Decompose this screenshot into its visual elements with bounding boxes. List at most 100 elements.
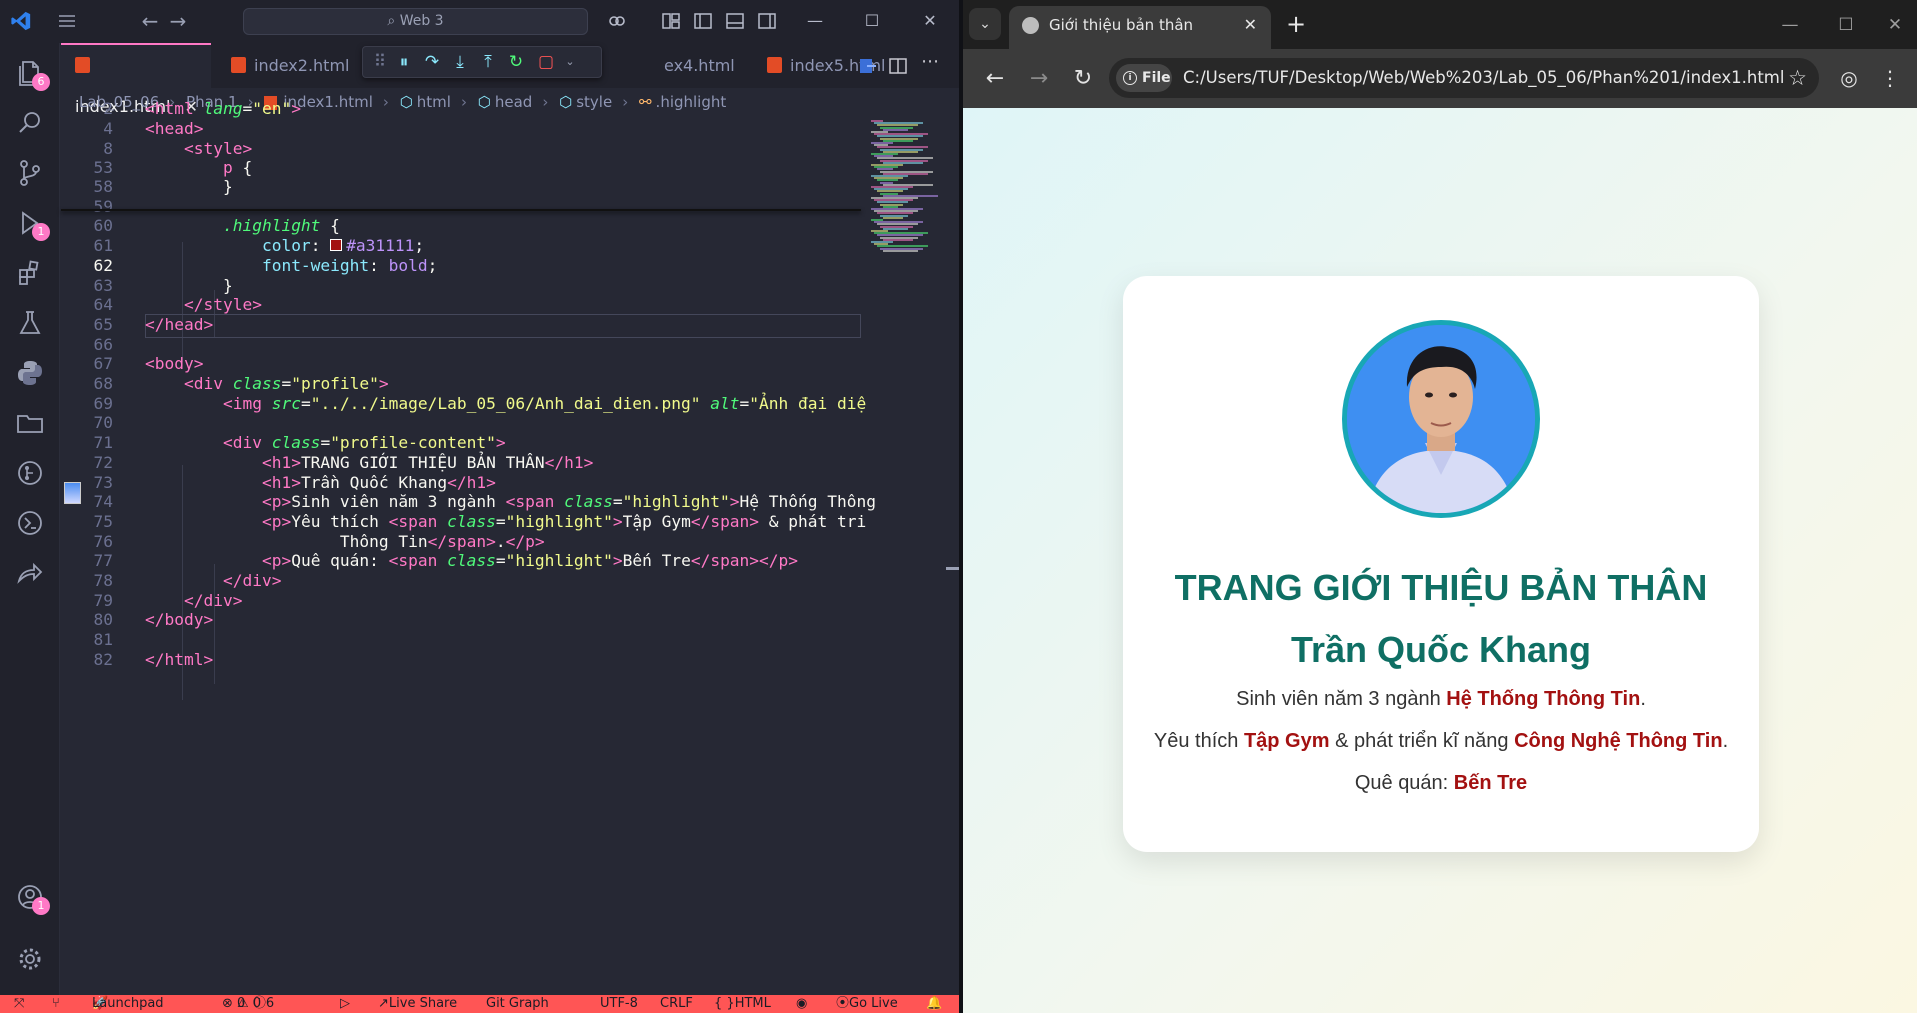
toggle-sidebar-icon[interactable]	[692, 10, 714, 32]
forward-arrow-icon[interactable]: →	[166, 10, 190, 32]
code-line[interactable]: 66	[61, 335, 861, 355]
code-line[interactable]: 2 <html lang="en">	[61, 99, 861, 119]
git-icon[interactable]: ⑂	[52, 995, 60, 1013]
close-button[interactable]: ✕	[1875, 10, 1915, 40]
back-arrow-icon[interactable]: ←	[138, 10, 162, 32]
language-item[interactable]: { } HTML	[714, 995, 771, 1013]
reload-icon[interactable]: ↻	[1069, 65, 1097, 93]
settings-gear-icon[interactable]	[14, 943, 46, 975]
extensions-icon[interactable]	[14, 257, 46, 289]
remote-icon[interactable]: ⤧	[14, 995, 24, 1013]
step-over-icon[interactable]: ↷	[421, 51, 443, 73]
accounts-icon[interactable]: 1	[14, 881, 50, 915]
new-tab-plus-icon[interactable]: +	[1283, 12, 1309, 38]
code-line[interactable]: 78 </div>	[61, 571, 861, 591]
code-line[interactable]: 4 <head>	[61, 119, 861, 139]
tab-index5[interactable]: index5.html	[753, 43, 903, 88]
code-line[interactable]: 81	[61, 630, 861, 650]
git-graph-item[interactable]: Git Graph	[486, 995, 549, 1013]
stop-icon[interactable]: ▢	[535, 51, 557, 73]
color-swatch[interactable]	[330, 238, 343, 251]
toggle-panel-icon[interactable]	[724, 10, 746, 32]
pause-icon[interactable]: ⏸	[393, 51, 415, 73]
minimize-button[interactable]: —	[1770, 10, 1810, 40]
chrome-menu-icon[interactable]: ⋮	[1876, 64, 1904, 92]
code-line[interactable]: 76 Thông Tin</span>.</p>	[61, 532, 861, 552]
code-line[interactable]: 74 <p>Sinh viên năm 3 ngành <span class=…	[61, 492, 876, 512]
code-line[interactable]: 58 }	[61, 177, 861, 197]
maximize-button[interactable]: ☐	[857, 8, 887, 34]
eol-item[interactable]: CRLF	[660, 995, 693, 1013]
code-line[interactable]: 59	[61, 197, 861, 217]
code-line[interactable]: 60 .highlight {	[61, 216, 861, 236]
live-share-icon[interactable]	[14, 557, 46, 589]
toggle-secondary-sidebar-icon[interactable]	[756, 10, 778, 32]
code-line[interactable]: 71 <div class="profile-content">	[61, 433, 861, 453]
git-graph-icon[interactable]	[14, 457, 46, 489]
code-line[interactable]: 73 <h1>Trần Quốc Khang</h1>	[61, 473, 861, 493]
bookmark-star-icon[interactable]: ☆	[1788, 58, 1807, 98]
forward-arrow-icon[interactable]: →	[1025, 65, 1053, 93]
tab-search-chevron-icon[interactable]: ⌄	[969, 8, 1001, 40]
live-share-item[interactable]: ↗ Live Share	[378, 995, 457, 1013]
code-line[interactable]: 68 <div class="profile">	[61, 374, 861, 394]
remote-explorer-icon[interactable]	[14, 507, 46, 539]
drag-handle-icon[interactable]: ⠿	[369, 51, 391, 73]
maximize-button[interactable]: ☐	[1826, 10, 1866, 40]
code-line[interactable]: 69 <img src="../../image/Lab_05_06/Anh_d…	[61, 394, 867, 414]
more-actions-icon[interactable]: ⋯	[921, 51, 939, 72]
code-line[interactable]: 79 </div>	[61, 591, 861, 611]
restart-icon[interactable]: ↻	[505, 51, 527, 73]
code-line[interactable]: 61 color: #a31111;	[61, 236, 861, 256]
code-line[interactable]: 72 <h1>TRANG GIỚI THIỆU BẢN THÂN</h1>	[61, 453, 861, 473]
code-line[interactable]: 64 </style>	[61, 295, 861, 315]
step-out-icon[interactable]: ⤒	[477, 51, 499, 73]
go-live-item[interactable]: ⦿ Go Live	[836, 995, 898, 1013]
code-line[interactable]: 70	[61, 413, 861, 433]
encoding-item[interactable]: UTF-8	[600, 995, 638, 1013]
address-bar[interactable]: File C:/Users/TUF/Desktop/Web/Web%203/La…	[1109, 58, 1819, 98]
open-preview-icon[interactable]	[857, 55, 879, 77]
problems-item[interactable]: ⊗ 0 ⚠ 0 ⓘ 6	[222, 995, 274, 1013]
code-line[interactable]: 75 <p>Yêu thích <span class="highlight">…	[61, 512, 867, 532]
tab-index2[interactable]: index2.html	[217, 43, 367, 88]
close-tab-icon[interactable]: ✕	[1244, 6, 1257, 44]
minimize-button[interactable]: —	[800, 8, 830, 34]
back-arrow-icon[interactable]: ←	[981, 65, 1009, 93]
scrollbar[interactable]	[946, 567, 959, 570]
code-line[interactable]: 62 font-weight: bold;	[61, 256, 861, 276]
play-icon[interactable]: ▷	[340, 995, 350, 1013]
source-control-icon[interactable]	[14, 157, 46, 189]
copilot-status-icon[interactable]: ◉	[796, 995, 807, 1013]
layout-icon[interactable]	[660, 10, 682, 32]
url-text[interactable]: C:/Users/TUF/Desktop/Web/Web%203/Lab_05_…	[1183, 58, 1784, 98]
code-line[interactable]: 53 p {	[61, 158, 861, 178]
project-folder-icon[interactable]	[14, 407, 46, 439]
close-button[interactable]: ✕	[915, 8, 945, 34]
browser-tab[interactable]: Giới thiệu bản thân ✕	[1009, 6, 1271, 49]
notifications-bell-icon[interactable]: 🔔	[926, 995, 942, 1013]
command-center-search[interactable]: ⌕ Web 3	[243, 8, 588, 35]
code-line[interactable]: 82 </html>	[61, 650, 861, 670]
site-info-chip[interactable]: File	[1116, 64, 1172, 92]
code-line[interactable]: 65 </head>	[61, 315, 861, 335]
code-line[interactable]: 80 </body>	[61, 610, 861, 630]
split-editor-icon[interactable]	[887, 55, 909, 77]
code-line[interactable]: 77 <p>Quê quán: <span class="highlight">…	[61, 551, 861, 571]
step-into-icon[interactable]: ⤓	[449, 51, 471, 73]
explorer-icon[interactable]: 6	[14, 57, 50, 91]
chevron-down-icon[interactable]: ⌄	[559, 51, 581, 73]
search-icon[interactable]	[14, 107, 46, 139]
profile-icon[interactable]: ◎	[1835, 64, 1863, 92]
code-line[interactable]: 63 }	[61, 276, 861, 296]
menu-icon[interactable]	[56, 10, 78, 32]
copilot-icon[interactable]	[606, 10, 628, 32]
run-debug-icon[interactable]: 1	[14, 207, 50, 241]
code-line[interactable]: 8 <style>	[61, 139, 861, 159]
tab-index1[interactable]: index1.html ✕	[61, 43, 211, 116]
code-line[interactable]: 67 <body>	[61, 354, 861, 374]
testing-flask-icon[interactable]	[14, 307, 46, 339]
python-icon[interactable]	[14, 357, 46, 389]
minimap[interactable]	[861, 116, 946, 336]
code-editor[interactable]: 2 <html lang="en"> 4 <head> 8 <style> 53 p {5…	[61, 99, 876, 995]
